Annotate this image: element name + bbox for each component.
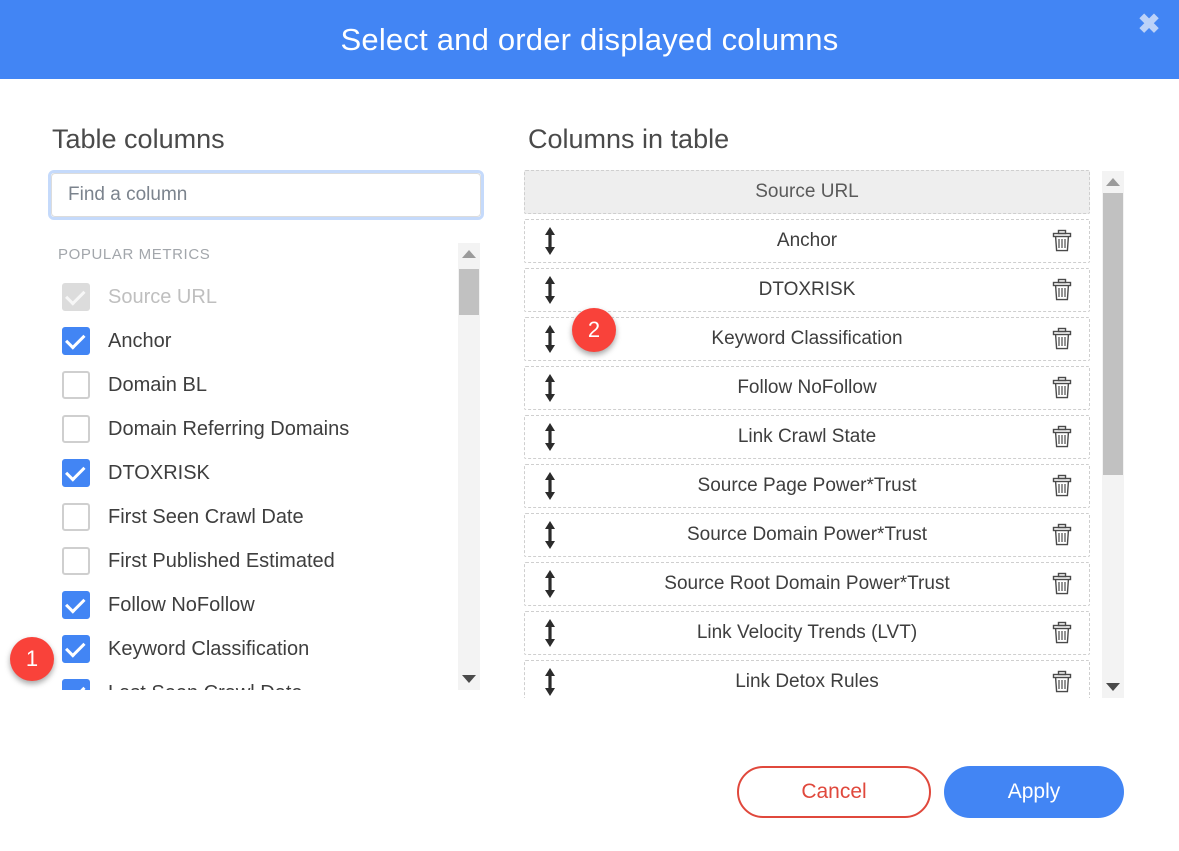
scroll-up-icon[interactable] — [1102, 171, 1124, 193]
column-checkbox-label: Keyword Classification — [108, 637, 310, 660]
checkbox-checked-icon[interactable] — [62, 635, 90, 663]
right-list-scrollbar[interactable] — [1102, 171, 1124, 698]
column-checkbox-row[interactable]: DTOXRISK — [52, 451, 452, 495]
column-checkbox-row[interactable]: Follow NoFollow — [52, 583, 452, 627]
column-checkbox-label: First Published Estimated — [108, 549, 335, 572]
checkmark-icon — [65, 328, 86, 350]
column-checkbox-row[interactable]: Keyword Classification — [52, 627, 452, 671]
checkbox-unchecked-icon[interactable] — [62, 415, 90, 443]
column-checkbox-label: Domain BL — [108, 373, 207, 396]
checkmark-icon — [65, 460, 86, 482]
column-checkbox-label: First Seen Crawl Date — [108, 505, 304, 528]
select-columns-dialog: Select and order displayed columns ✖ Tab… — [0, 0, 1179, 851]
checkbox-unchecked-icon[interactable] — [62, 371, 90, 399]
dialog-header: Select and order displayed columns ✖ — [0, 0, 1179, 79]
column-checkbox-label: DTOXRISK — [108, 461, 210, 484]
column-row-label: Link Velocity Trends (LVT) — [696, 622, 918, 643]
annotation-badge-1: 1 — [10, 637, 54, 681]
apply-button[interactable]: Apply — [944, 766, 1124, 818]
search-input[interactable] — [51, 173, 481, 217]
checkbox-checked-icon[interactable] — [62, 591, 90, 619]
column-checkbox-label: Domain Referring Domains — [108, 417, 350, 440]
trash-icon[interactable] — [1049, 220, 1075, 262]
column-checkbox-row[interactable]: First Seen Crawl Date — [52, 495, 452, 539]
column-row-label: Source Page Power*Trust — [697, 475, 917, 496]
column-row[interactable]: Link Crawl State — [524, 415, 1090, 459]
drag-handle-icon[interactable] — [537, 220, 563, 262]
column-checkbox-row: Source URL — [52, 275, 452, 319]
drag-handle-icon[interactable] — [537, 367, 563, 409]
scrollbar-thumb[interactable] — [459, 269, 479, 315]
checkbox-unchecked-icon[interactable] — [62, 503, 90, 531]
scroll-down-icon[interactable] — [1102, 676, 1124, 698]
checkbox-checked-icon — [62, 283, 90, 311]
column-row[interactable]: Source Domain Power*Trust — [524, 513, 1090, 557]
column-row[interactable]: DTOXRISK — [524, 268, 1090, 312]
trash-icon[interactable] — [1049, 661, 1075, 698]
column-checkbox-row[interactable]: Last Seen Crawl Date — [52, 671, 452, 690]
trash-icon[interactable] — [1049, 465, 1075, 507]
column-checkbox-row[interactable]: First Published Estimated — [52, 539, 452, 583]
trash-icon[interactable] — [1049, 612, 1075, 654]
column-checkbox-label: Source URL — [108, 285, 217, 308]
checkbox-checked-icon[interactable] — [62, 459, 90, 487]
drag-handle-icon[interactable] — [537, 269, 563, 311]
column-checkbox-row[interactable]: Domain Referring Domains — [52, 407, 452, 451]
column-row-label: Source Domain Power*Trust — [686, 524, 928, 545]
column-row-label: Follow NoFollow — [737, 377, 877, 398]
table-columns-heading: Table columns — [52, 124, 225, 154]
popular-metrics-label: POPULAR METRICS — [58, 246, 211, 263]
column-row[interactable]: Anchor — [524, 219, 1090, 263]
drag-handle-icon[interactable] — [537, 612, 563, 654]
column-checkbox-label: Last Seen Crawl Date — [108, 682, 303, 691]
column-row-label: Source URL — [755, 181, 859, 202]
checkmark-icon — [65, 680, 86, 690]
scroll-down-icon[interactable] — [458, 668, 480, 690]
checkmark-icon — [65, 592, 86, 614]
close-icon[interactable]: ✖ — [1131, 6, 1167, 42]
trash-icon[interactable] — [1049, 367, 1075, 409]
drag-handle-icon[interactable] — [537, 416, 563, 458]
left-list-scrollbar[interactable] — [458, 243, 480, 690]
drag-handle-icon[interactable] — [537, 661, 563, 698]
trash-icon[interactable] — [1049, 514, 1075, 556]
drag-handle-icon[interactable] — [537, 563, 563, 605]
column-row[interactable]: Source Page Power*Trust — [524, 464, 1090, 508]
column-row[interactable]: Follow NoFollow — [524, 366, 1090, 410]
cancel-button[interactable]: Cancel — [737, 766, 931, 818]
column-row-label: Source Root Domain Power*Trust — [664, 573, 950, 594]
scroll-up-icon[interactable] — [458, 243, 480, 265]
checkbox-checked-icon[interactable] — [62, 679, 90, 690]
column-checkbox-label: Follow NoFollow — [108, 593, 255, 616]
column-checkbox-row[interactable]: Anchor — [52, 319, 452, 363]
column-row[interactable]: Link Detox Rules — [524, 660, 1090, 698]
column-row-label: Link Detox Rules — [735, 671, 879, 692]
trash-icon[interactable] — [1049, 416, 1075, 458]
annotation-badge-2: 2 — [572, 308, 616, 352]
checkmark-icon — [65, 284, 86, 306]
column-checkbox-label: Anchor — [108, 329, 172, 352]
drag-handle-icon[interactable] — [537, 465, 563, 507]
column-row-label: DTOXRISK — [758, 279, 856, 300]
checkbox-checked-icon[interactable] — [62, 327, 90, 355]
checkmark-icon — [65, 636, 86, 658]
dialog-title: Select and order displayed columns — [340, 21, 839, 57]
columns-in-table-list[interactable]: Source URL Anchor DTOXRISK Keyword Classifi… — [524, 170, 1090, 698]
checkbox-unchecked-icon[interactable] — [62, 547, 90, 575]
column-row[interactable]: Link Velocity Trends (LVT) — [524, 611, 1090, 655]
column-checkbox-row[interactable]: Domain BL — [52, 363, 452, 407]
drag-handle-icon[interactable] — [537, 514, 563, 556]
column-row-label: Anchor — [776, 230, 838, 251]
drag-handle-icon[interactable] — [537, 318, 563, 360]
columns-in-table-heading: Columns in table — [528, 124, 730, 154]
table-columns-list[interactable]: Source URL Anchor Domain BL Domain Referrin… — [52, 275, 452, 690]
trash-icon[interactable] — [1049, 318, 1075, 360]
column-row-label: Link Crawl State — [737, 426, 877, 447]
search-field-wrapper — [48, 170, 484, 220]
column-row[interactable]: Source Root Domain Power*Trust — [524, 562, 1090, 606]
trash-icon[interactable] — [1049, 269, 1075, 311]
trash-icon[interactable] — [1049, 563, 1075, 605]
scrollbar-thumb[interactable] — [1103, 193, 1123, 475]
locked-column-row: Source URL — [524, 170, 1090, 214]
